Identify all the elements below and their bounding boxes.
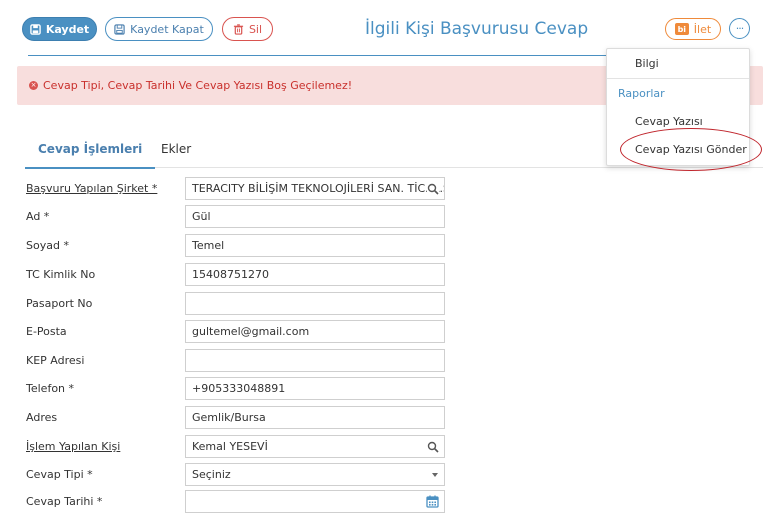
cevap-tarihi-field[interactable]: [185, 490, 445, 513]
kep-label: KEP Adresi: [26, 354, 85, 367]
search-icon[interactable]: [427, 441, 439, 453]
save-close-button[interactable]: Kaydet Kapat: [105, 17, 213, 41]
alert-message: Cevap Tipi, Cevap Tarihi Ve Cevap Yazısı…: [43, 79, 353, 92]
form-row-ad: Ad * Gül: [0, 205, 460, 229]
ad-label: Ad *: [26, 210, 50, 223]
trash-icon: [233, 23, 244, 35]
calendar-icon[interactable]: [426, 495, 439, 508]
eposta-label: E-Posta: [26, 325, 67, 338]
adres-label: Adres: [26, 411, 58, 424]
save-icon: [114, 23, 125, 35]
form-row-kep: KEP Adresi: [0, 349, 460, 373]
company-field[interactable]: TERACITY BİLİŞİM TEKNOLOJİLERİ SAN. TİC.…: [185, 177, 445, 200]
cevap-tipi-select[interactable]: Seçiniz: [185, 463, 445, 486]
save-button-label: Kaydet: [45, 22, 90, 36]
cevap-tarihi-label: Cevap Tarihi *: [26, 495, 103, 508]
save-icon: [30, 23, 41, 35]
cevap-tipi-label: Cevap Tipi *: [26, 468, 93, 481]
menu-header-raporlar: Raporlar: [618, 87, 665, 100]
cevap-tipi-value: Seçiniz: [192, 468, 231, 481]
more-options-menu: Bilgi Raporlar Cevap Yazısı Cevap Yazısı…: [606, 48, 750, 166]
tab-ekler[interactable]: Ekler: [161, 142, 191, 156]
form-row-soyad: Soyad * Temel: [0, 234, 460, 258]
islem-kisi-value: Kemal YESEVİ: [192, 440, 268, 453]
tc-field[interactable]: 15408751270: [185, 263, 445, 286]
menu-divider: [607, 78, 749, 79]
save-button[interactable]: Kaydet: [22, 17, 97, 41]
form-row-pasaport: Pasaport No: [0, 292, 460, 316]
ad-field[interactable]: Gül: [185, 205, 445, 228]
soyad-field[interactable]: Temel: [185, 234, 445, 257]
forward-button[interactable]: bi İlet: [665, 18, 721, 40]
tab-cevap-islemleri[interactable]: Cevap İşlemleri: [24, 142, 156, 169]
tc-label: TC Kimlik No: [26, 268, 96, 281]
company-label[interactable]: Başvuru Yapılan Şirket *: [26, 182, 157, 195]
forward-button-label: İlet: [693, 22, 712, 36]
delete-button-label: Sil: [248, 22, 263, 36]
pasaport-field[interactable]: [185, 292, 445, 315]
form-row-eposta: E-Posta gultemel@gmail.com: [0, 320, 460, 344]
pasaport-label: Pasaport No: [26, 297, 93, 310]
islem-kisi-label[interactable]: İşlem Yapılan Kişi: [26, 440, 120, 453]
islem-kisi-field[interactable]: Kemal YESEVİ: [185, 435, 445, 458]
error-icon: ×: [29, 81, 38, 90]
form-row-cevap-tipi: Cevap Tipi * Seçiniz: [0, 463, 460, 487]
toolbar-divider: [28, 55, 618, 56]
menu-item-cevap-yazisi-gonder[interactable]: Cevap Yazısı Gönder: [635, 143, 747, 156]
page-title: İlgili Kişi Başvurusu Cevap: [365, 19, 589, 39]
telefon-field[interactable]: +905333048891: [185, 377, 445, 400]
form-row-cevap-tarihi: Cevap Tarihi *: [0, 490, 460, 514]
more-options-button[interactable]: ···: [729, 18, 750, 39]
eposta-field[interactable]: gultemel@gmail.com: [185, 320, 445, 343]
form-row-adres: Adres Gemlik/Bursa: [0, 406, 460, 430]
telefon-label: Telefon *: [26, 382, 75, 395]
form-row-tc: TC Kimlik No 15408751270: [0, 263, 460, 287]
kep-field[interactable]: [185, 349, 445, 372]
menu-item-bilgi[interactable]: Bilgi: [635, 57, 659, 70]
adres-field[interactable]: Gemlik/Bursa: [185, 406, 445, 429]
chevron-down-icon: [432, 473, 438, 477]
menu-item-cevap-yazisi[interactable]: Cevap Yazısı: [635, 115, 703, 128]
soyad-label: Soyad *: [26, 239, 69, 252]
form-row-company: Başvuru Yapılan Şirket * TERACITY BİLİŞİ…: [0, 177, 460, 201]
delete-button[interactable]: Sil: [222, 17, 273, 41]
form-row-telefon: Telefon * +905333048891: [0, 377, 460, 401]
company-value: TERACITY BİLİŞİM TEKNOLOJİLERİ SAN. TİC.…: [192, 182, 445, 195]
save-close-button-label: Kaydet Kapat: [130, 22, 204, 36]
search-icon[interactable]: [427, 183, 439, 195]
forward-icon: bi: [674, 23, 689, 35]
form-row-islem-kisi: İşlem Yapılan Kişi Kemal YESEVİ: [0, 435, 460, 459]
